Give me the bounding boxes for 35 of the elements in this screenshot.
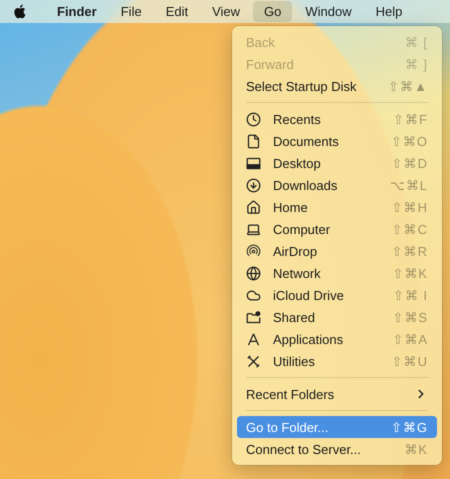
menu-bar-item[interactable]: Window xyxy=(294,1,363,22)
document-icon xyxy=(246,134,261,148)
desktop-icon xyxy=(246,156,261,170)
menu-item[interactable]: Applications ⇧⌘A xyxy=(237,328,437,350)
laptop-icon xyxy=(246,222,261,236)
shared-folder-icon xyxy=(246,310,261,324)
menu-item[interactable]: Computer ⇧⌘C xyxy=(237,218,437,240)
menu-item[interactable]: Utilities ⇧⌘U xyxy=(237,350,437,372)
download-icon xyxy=(246,178,261,192)
globe-icon xyxy=(246,266,261,280)
app-menu[interactable]: Finder xyxy=(46,1,108,22)
menu-item[interactable]: Recent Folders xyxy=(237,383,437,405)
signal-rings-icon xyxy=(246,244,261,258)
menu-item[interactable]: Recents ⇧⌘F xyxy=(237,108,437,130)
menu-bar-item[interactable]: View xyxy=(201,1,252,22)
menu-item[interactable]: Home ⇧⌘H xyxy=(237,196,437,218)
home-icon xyxy=(246,200,261,214)
menu-bar-item[interactable]: Go xyxy=(253,1,292,22)
menu-item[interactable]: Desktop ⇧⌘D xyxy=(237,152,437,174)
clock-icon xyxy=(246,112,261,126)
menu-item[interactable]: Connect to Server... ⌘K xyxy=(237,438,437,460)
menu-item[interactable]: Select Startup Disk ⇧⌘▲ xyxy=(237,75,437,97)
menu-bar-item[interactable]: Help xyxy=(364,1,414,22)
cloud-icon xyxy=(246,288,261,302)
apple-logo-icon[interactable] xyxy=(12,3,28,20)
menu-bar-item[interactable]: Edit xyxy=(154,1,200,22)
menu-item[interactable]: Shared ⇧⌘S xyxy=(237,306,437,328)
applications-icon xyxy=(246,332,261,346)
menu-item[interactable]: AirDrop ⇧⌘R xyxy=(237,240,437,262)
menu-item[interactable]: Network ⇧⌘K xyxy=(237,262,437,284)
menu-item[interactable]: Downloads ⌥⌘L xyxy=(237,174,437,196)
tools-icon xyxy=(246,354,261,368)
menu-bar-item[interactable]: File xyxy=(110,1,153,22)
menu-item[interactable]: iCloud Drive ⇧⌘ I xyxy=(237,284,437,306)
menu-item[interactable]: Documents ⇧⌘O xyxy=(237,130,437,152)
